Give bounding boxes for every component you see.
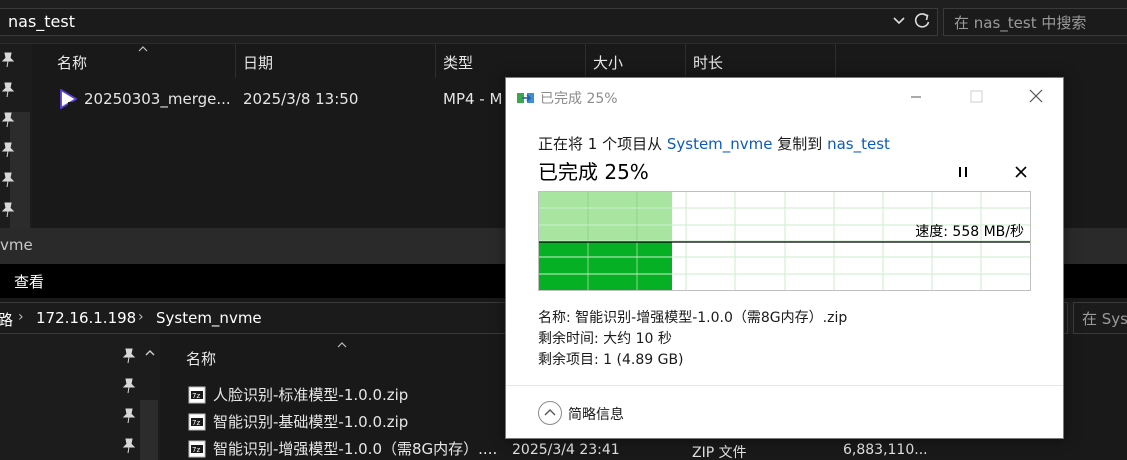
file-type: ZIP 文件 bbox=[692, 445, 747, 460]
pin-icon bbox=[122, 348, 136, 364]
breadcrumb-item[interactable]: System_nvme bbox=[156, 309, 262, 327]
scroll-up-icon[interactable] bbox=[144, 348, 156, 356]
pin-icon bbox=[1, 112, 15, 128]
pin-icon bbox=[1, 202, 15, 218]
source-link[interactable]: System_nvme bbox=[667, 135, 773, 153]
copy-description-prefix: 正在将 1 个项目从 bbox=[538, 135, 667, 153]
file-name: 人脸识别-标准模型-1.0.0.zip bbox=[213, 386, 409, 404]
items-remaining-line: 剩余项目: 1 (4.89 GB) bbox=[538, 352, 684, 368]
search-input-bottom[interactable]: 在 Syst bbox=[1073, 302, 1127, 334]
pin-icon bbox=[1, 52, 15, 68]
dialog-divider bbox=[506, 385, 1063, 386]
file-size: 6,883,110... bbox=[843, 442, 928, 458]
column-date[interactable]: 日期 bbox=[243, 52, 273, 73]
copy-description-mid: 复制到 bbox=[772, 135, 828, 153]
close-button[interactable] bbox=[1013, 78, 1059, 116]
pin-icon bbox=[1, 82, 15, 98]
file-row[interactable]: 20250303_merge... 2025/3/8 13:50 MP4 - M bbox=[32, 84, 505, 116]
speed-graph: 速度: 558 MB/秒 bbox=[538, 191, 1031, 291]
file-type: MP4 - M bbox=[443, 90, 503, 108]
zip-file-icon: 7z bbox=[188, 386, 206, 404]
column-name[interactable]: 名称 bbox=[57, 52, 87, 73]
pin-icon bbox=[122, 438, 136, 454]
destination-link[interactable]: nas_test bbox=[827, 135, 890, 153]
pin-icon bbox=[1, 172, 15, 188]
pause-button[interactable] bbox=[949, 160, 977, 184]
column-name[interactable]: 名称 bbox=[186, 348, 216, 369]
file-date: 2025/3/8 13:50 bbox=[243, 90, 359, 108]
breadcrumb-item[interactable]: 路 bbox=[0, 309, 13, 330]
svg-text:7z: 7z bbox=[192, 419, 200, 427]
dialog-title: 已完成 25% bbox=[540, 91, 618, 107]
sort-up-icon bbox=[138, 46, 148, 52]
less-info-button[interactable]: 简略信息 bbox=[538, 401, 648, 427]
pin-icon bbox=[122, 378, 136, 394]
graph-progress-fill bbox=[539, 242, 672, 290]
speed-graph-canvas bbox=[539, 192, 1030, 290]
breadcrumb-separator-icon: › bbox=[138, 309, 144, 325]
search-bottom-placeholder: 在 Syst bbox=[1082, 310, 1127, 328]
maximize-button bbox=[970, 90, 983, 103]
video-file-icon bbox=[60, 89, 77, 109]
nav-pane-scrollbar-bottom[interactable] bbox=[140, 400, 158, 460]
address-bar-top[interactable]: nas_test bbox=[0, 8, 938, 36]
column-type[interactable]: 类型 bbox=[443, 52, 473, 73]
copy-icon bbox=[517, 93, 534, 103]
refresh-icon[interactable] bbox=[912, 10, 932, 32]
search-input-top[interactable]: 在 nas_test 中搜索 bbox=[943, 8, 1127, 36]
less-info-label: 简略信息 bbox=[568, 407, 624, 423]
ribbon-view-tab[interactable]: 查看 bbox=[14, 271, 44, 292]
zip-file-icon: 7z bbox=[188, 440, 206, 458]
svg-text:7z: 7z bbox=[192, 392, 200, 400]
zip-file-icon: 7z bbox=[188, 413, 206, 431]
file-name: 智能识别-基础模型-1.0.0.zip bbox=[213, 413, 409, 431]
speed-label: 速度: 558 MB/秒 bbox=[915, 224, 1024, 240]
status-bar-text: vme bbox=[0, 236, 33, 254]
file-name-line: 名称: 智能识别-增强模型-1.0.0（需8G内存）.zip bbox=[538, 310, 848, 326]
nav-pane-bottom bbox=[0, 334, 160, 460]
svg-text:7z: 7z bbox=[192, 446, 200, 454]
time-remaining-line: 剩余时间: 大约 10 秒 bbox=[538, 331, 672, 347]
file-name: 智能识别-增强模型-1.0.0（需8G内存）.... bbox=[213, 440, 498, 458]
top-toolbar: nas_test 在 nas_test 中搜索 bbox=[0, 0, 1127, 44]
column-duration[interactable]: 时长 bbox=[693, 52, 723, 73]
chevron-up-icon bbox=[538, 401, 562, 425]
pin-icon bbox=[122, 408, 136, 424]
pin-icon bbox=[1, 142, 15, 158]
column-size[interactable]: 大小 bbox=[593, 52, 623, 73]
minimize-button[interactable] bbox=[893, 78, 939, 116]
file-date: 2025/3/4 23:41 bbox=[512, 442, 620, 458]
address-bar-top-text: nas_test bbox=[8, 12, 76, 31]
search-top-placeholder: 在 nas_test 中搜索 bbox=[954, 14, 1087, 32]
progress-status: 已完成 25% bbox=[538, 160, 649, 184]
cancel-copy-button[interactable] bbox=[1007, 160, 1035, 184]
graph-progress-light bbox=[539, 192, 672, 242]
copy-progress-dialog: 已完成 25% 正在将 1 个项目从 System_nvme 复制到 nas_t… bbox=[505, 77, 1064, 439]
file-name: 20250303_merge... bbox=[84, 90, 231, 108]
copy-description: 正在将 1 个项目从 System_nvme 复制到 nas_test bbox=[538, 133, 890, 154]
sort-up-icon bbox=[337, 342, 347, 348]
breadcrumb-item[interactable]: 172.16.1.198 bbox=[36, 309, 136, 327]
breadcrumb-separator-icon: › bbox=[18, 309, 24, 325]
column-header-top: 名称 日期 类型 大小 时长 bbox=[32, 44, 1127, 78]
chevron-down-icon[interactable] bbox=[890, 11, 908, 31]
